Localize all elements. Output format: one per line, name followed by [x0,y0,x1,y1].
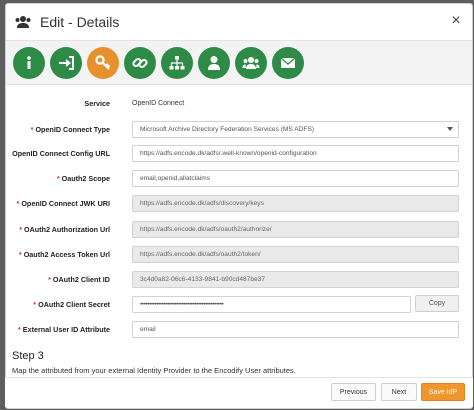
chevron-down-icon [447,126,453,131]
auth-url-row: * OAuth2 Authorization Url https://adfs.e… [0,219,468,239]
external-user-input[interactable]: email [132,320,459,338]
users-group-icon [14,14,32,30]
info-icon [27,55,31,69]
dialog-footer: Previous Next Save IdP [5,377,473,407]
envelope-icon [280,57,296,68]
config-url-input[interactable]: https://adfs.encode.dk/adfs/.well-known/… [132,144,459,162]
tab-info[interactable] [13,46,45,79]
sign-in-icon [59,55,74,70]
scope-label: * Oauth2 Scope [56,173,110,183]
link-icon [132,57,148,68]
config-url-row: OpenID Connect Config URL https://adfs.e… [0,143,468,163]
connect-type-label: * OpenID Connect Type [30,124,110,134]
step-title: Step 3 [12,350,44,362]
dialog-title: Edit - Details [40,14,120,30]
service-value: OpenID Connect [132,99,185,107]
tab-user[interactable] [198,46,230,79]
jwk-uri-input[interactable]: https://adfs.encode.dk/adfs/discovery/ke… [132,194,459,212]
tab-envelope[interactable] [272,46,304,79]
tab-users[interactable] [235,46,267,79]
tab-sign-in[interactable] [50,46,82,79]
service-row: Service OpenID Connect [0,93,468,113]
service-label: Service [84,98,110,108]
users-icon [242,56,260,69]
dialog-titlebar: Edit - Details × [6,4,472,41]
config-url-label: OpenID Connect Config URL [12,148,110,158]
client-id-input[interactable]: 3c4d0a82-06c6-4133-9841-b90cd487be37 [132,270,459,288]
external-user-row: * External User ID Attribute email [0,319,468,339]
previous-button[interactable]: Previous [331,383,376,401]
auth-url-input[interactable]: https://adfs.encode.dk/adfs/oauth2/autho… [132,220,459,238]
client-secret-input[interactable]: ••••••••••••••••••••••••••••••••••••••••… [132,295,411,313]
client-secret-row: * OAuth2 Client Secret ••••••••••••••••••… [0,294,468,314]
scope-row: * Oauth2 Scope email,openid,allatclaims [0,168,468,188]
next-button[interactable]: Next [381,383,417,401]
token-url-label: * Oauth2 Access Token Url [18,249,110,259]
connect-type-row: * OpenID Connect Type Microsoft Archive D… [0,119,468,139]
token-url-input[interactable]: https://adfs.encode.dk/adfs/oauth2/token… [132,245,459,263]
scope-input[interactable]: email,openid,allatclaims [132,169,459,187]
user-icon [208,55,220,70]
jwk-uri-label: * OpenID Connect JWK URI [16,198,110,208]
jwk-uri-row: * OpenID Connect JWK URI https://adfs.enc… [0,193,468,213]
step-description: Map the attributed from your external Id… [12,366,296,375]
tab-key[interactable] [87,46,119,79]
copy-button[interactable]: Copy [415,295,459,312]
close-button[interactable]: × [448,13,464,29]
tab-sitemap[interactable] [161,46,193,79]
client-secret-label: * OAuth2 Client Secret [33,299,110,309]
step-icon-bar [6,41,472,85]
connect-type-select[interactable]: Microsoft Archive Directory Federation S… [132,120,459,138]
save-idp-button[interactable]: Save IdP [421,383,465,401]
token-url-row: * Oauth2 Access Token Url https://adfs.en… [0,244,468,264]
key-icon [95,54,111,70]
tab-link[interactable] [124,46,156,79]
client-id-row: * OAuth2 Client ID 3c4d0a82-06c6-4133-984… [0,269,468,289]
sitemap-icon [169,55,185,69]
client-id-label: * OAuth2 Client ID [48,274,110,284]
auth-url-label: * OAuth2 Authorization Url [19,224,110,234]
external-user-label: * External User ID Attribute [17,324,110,334]
